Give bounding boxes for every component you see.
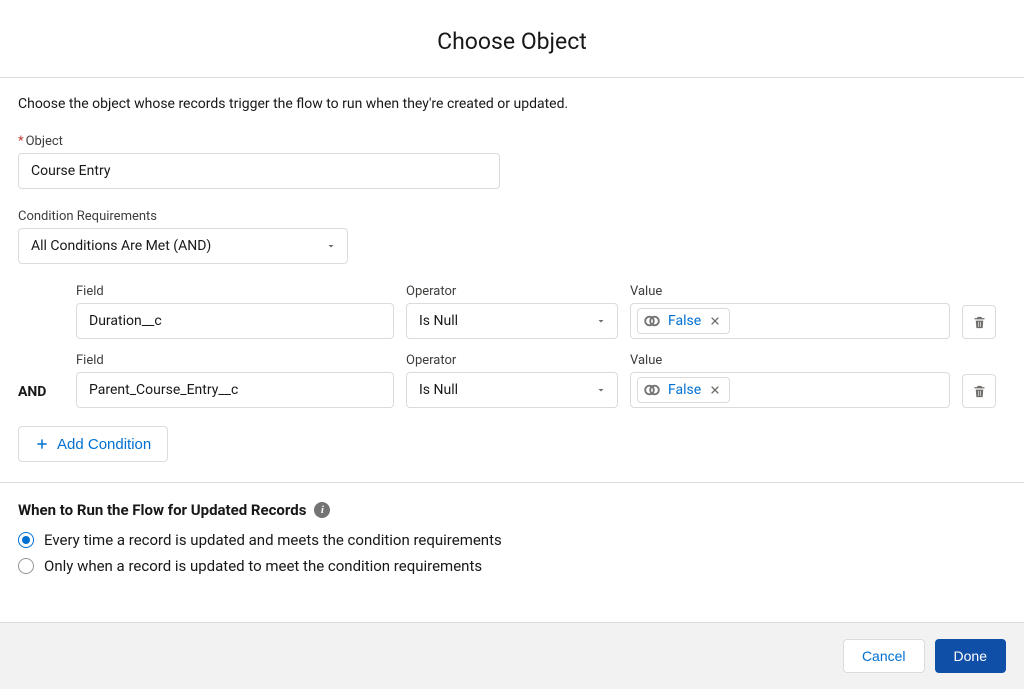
value-text: False: [666, 382, 703, 398]
object-label: *Object: [18, 134, 1006, 149]
value-pill[interactable]: False: [637, 377, 730, 403]
boolean-icon: [642, 311, 662, 331]
helper-text: Choose the object whose records trigger …: [18, 96, 1006, 112]
condition-req-label: Condition Requirements: [18, 209, 1006, 224]
close-icon[interactable]: [707, 313, 723, 329]
col-value: Value False: [630, 353, 950, 408]
radio-label: Only when a record is updated to meet th…: [44, 557, 482, 575]
section-divider: [0, 482, 1024, 483]
operator-select[interactable]: Is Null: [406, 303, 618, 339]
object-combobox[interactable]: Course Entry: [18, 153, 500, 189]
chevron-down-icon: [325, 240, 337, 252]
operator-select[interactable]: Is Null: [406, 372, 618, 408]
logic-cell-empty: [18, 331, 64, 339]
operator-value: Is Null: [419, 382, 458, 398]
logic-cell-and: AND: [18, 384, 64, 408]
modal-body: Choose the object whose records trigger …: [0, 77, 1024, 623]
add-condition-button[interactable]: Add Condition: [18, 426, 168, 462]
boolean-icon: [642, 380, 662, 400]
condition-rows: Field Duration__c Operator Is Null: [18, 284, 1006, 408]
operator-label: Operator: [406, 284, 618, 299]
object-field-row: *Object Course Entry: [18, 134, 1006, 189]
required-asterisk: *: [18, 134, 24, 149]
condition-row: Field Duration__c Operator Is Null: [18, 284, 1006, 339]
field-label: Field: [76, 284, 394, 299]
field-label: Field: [76, 353, 394, 368]
modal-header: Choose Object: [0, 0, 1024, 77]
add-condition-label: Add Condition: [57, 436, 151, 453]
trash-icon: [972, 384, 987, 399]
when-heading-text: When to Run the Flow for Updated Records: [18, 501, 306, 519]
done-button[interactable]: Done: [935, 639, 1006, 673]
delete-condition-button[interactable]: [962, 305, 996, 339]
close-icon[interactable]: [707, 382, 723, 398]
field-value: Duration__c: [89, 313, 162, 329]
delete-condition-button[interactable]: [962, 374, 996, 408]
col-trash: [962, 374, 998, 408]
operator-label: Operator: [406, 353, 618, 368]
condition-row: AND Field Parent_Course_Entry__c Operato…: [18, 353, 1006, 408]
object-label-text: Object: [26, 134, 63, 149]
plus-icon: [35, 437, 49, 451]
field-input[interactable]: Duration__c: [76, 303, 394, 339]
condition-req-row: Condition Requirements All Conditions Ar…: [18, 209, 1006, 264]
object-value: Course Entry: [31, 163, 110, 179]
col-value: Value False: [630, 284, 950, 339]
field-input[interactable]: Parent_Course_Entry__c: [76, 372, 394, 408]
value-input[interactable]: False: [630, 303, 950, 339]
chevron-down-icon: [595, 315, 607, 327]
col-field: Field Duration__c: [76, 284, 394, 339]
choose-object-modal: Choose Object Choose the object whose re…: [0, 0, 1024, 689]
info-icon[interactable]: i: [314, 502, 330, 518]
radio-option-only-when[interactable]: Only when a record is updated to meet th…: [18, 557, 1006, 575]
modal-footer: Cancel Done: [0, 623, 1024, 689]
cancel-button[interactable]: Cancel: [843, 639, 925, 673]
condition-req-value: All Conditions Are Met (AND): [31, 238, 211, 254]
col-field: Field Parent_Course_Entry__c: [76, 353, 394, 408]
when-to-run-heading: When to Run the Flow for Updated Records…: [18, 501, 1006, 519]
operator-value: Is Null: [419, 313, 458, 329]
radio-option-every-time[interactable]: Every time a record is updated and meets…: [18, 531, 1006, 549]
value-text: False: [666, 313, 703, 329]
trash-icon: [972, 315, 987, 330]
col-operator: Operator Is Null: [406, 353, 618, 408]
value-pill[interactable]: False: [637, 308, 730, 334]
modal-title: Choose Object: [20, 28, 1004, 55]
radio-group: Every time a record is updated and meets…: [18, 531, 1006, 575]
radio-icon-unchecked: [18, 558, 34, 574]
condition-req-combobox[interactable]: All Conditions Are Met (AND): [18, 228, 348, 264]
value-input[interactable]: False: [630, 372, 950, 408]
col-operator: Operator Is Null: [406, 284, 618, 339]
radio-label: Every time a record is updated and meets…: [44, 531, 502, 549]
value-label: Value: [630, 284, 950, 299]
value-label: Value: [630, 353, 950, 368]
col-trash: [962, 305, 998, 339]
field-value: Parent_Course_Entry__c: [89, 382, 238, 398]
radio-icon-checked: [18, 532, 34, 548]
chevron-down-icon: [595, 384, 607, 396]
